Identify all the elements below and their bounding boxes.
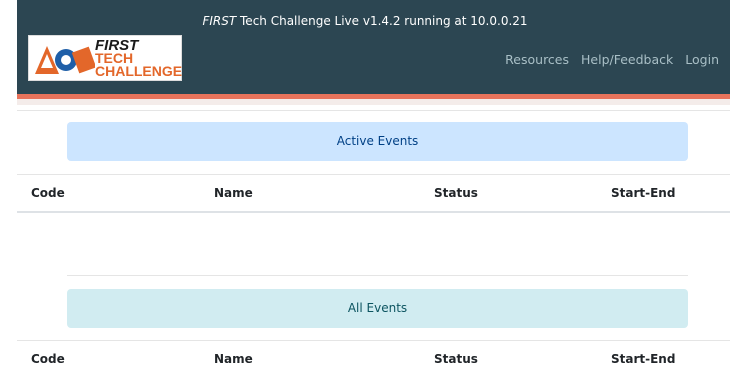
version-text: Tech Challenge Live v1.4.2 running at 10… — [236, 14, 528, 28]
divider-top — [17, 110, 730, 111]
all-col-name[interactable]: Name — [214, 352, 253, 366]
active-events-banner: Active Events — [67, 122, 688, 161]
nav-login[interactable]: Login — [685, 52, 719, 67]
version-first: FIRST — [202, 14, 237, 28]
ftc-logo-icon — [35, 46, 95, 74]
logo-challenge: CHALLENGE — [95, 63, 183, 79]
nav-resources[interactable]: Resources — [505, 52, 569, 67]
active-col-name[interactable]: Name — [214, 186, 253, 200]
active-col-status[interactable]: Status — [434, 186, 478, 200]
nav-help-feedback[interactable]: Help/Feedback — [581, 52, 673, 67]
divider-middle — [67, 275, 688, 276]
all-events-banner: All Events — [67, 289, 688, 328]
active-table-header-border — [17, 211, 730, 213]
ftc-logo[interactable]: FIRST TECH CHALLENGE — [28, 35, 182, 81]
active-col-start-end[interactable]: Start-End — [611, 186, 675, 200]
top-nav: Resources Help/Feedback Login — [493, 52, 719, 67]
header-shadow — [17, 99, 730, 105]
all-col-code[interactable]: Code — [31, 352, 65, 366]
all-col-status[interactable]: Status — [434, 352, 478, 366]
logo-text: FIRST TECH CHALLENGE — [95, 38, 183, 79]
active-table-top-border — [17, 174, 730, 175]
all-col-start-end[interactable]: Start-End — [611, 352, 675, 366]
all-table-top-border — [17, 340, 730, 341]
version-info: FIRST Tech Challenge Live v1.4.2 running… — [0, 14, 730, 28]
active-col-code[interactable]: Code — [31, 186, 65, 200]
